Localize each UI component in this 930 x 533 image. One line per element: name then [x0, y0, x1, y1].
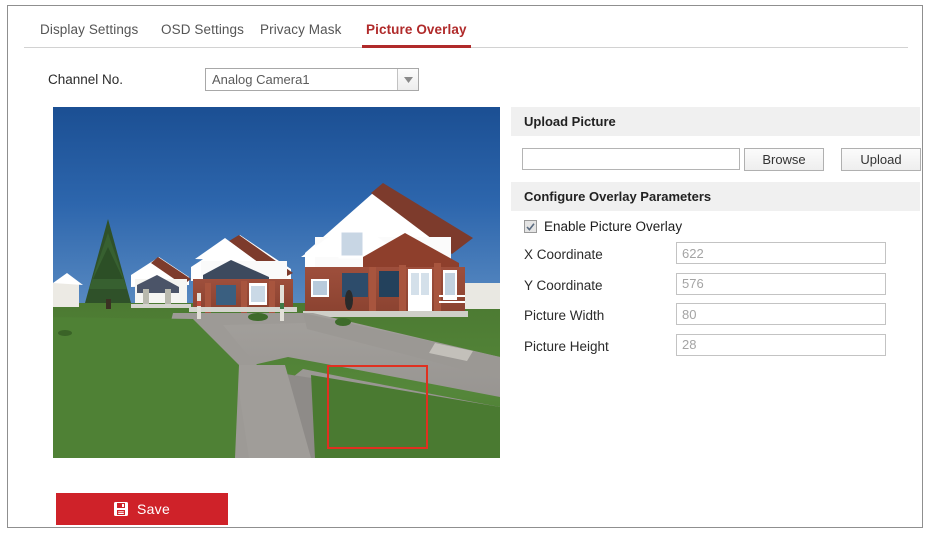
browse-button-label: Browse	[762, 152, 806, 167]
upload-button[interactable]: Upload	[841, 148, 921, 171]
picture-height-input[interactable]	[676, 333, 886, 356]
save-button[interactable]: Save	[56, 493, 228, 525]
upload-path-input[interactable]	[522, 148, 740, 170]
browse-button[interactable]: Browse	[744, 148, 824, 171]
tab-display-settings[interactable]: Display Settings	[40, 17, 138, 48]
tab-picture-overlay-label: Picture Overlay	[366, 22, 467, 37]
chevron-down-icon[interactable]	[397, 69, 418, 90]
overlay-parameters-section-header: Configure Overlay Parameters	[511, 182, 920, 211]
x-coordinate-input[interactable]	[676, 242, 886, 264]
param-row-picture-width: Picture Width	[511, 303, 920, 334]
channel-select-value: Analog Camera1	[212, 72, 310, 87]
save-button-label: Save	[136, 501, 171, 517]
picture-width-input[interactable]	[676, 303, 886, 325]
tab-picture-overlay[interactable]: Picture Overlay	[362, 17, 471, 48]
channel-label: Channel No.	[48, 72, 124, 87]
picture-width-label: Picture Width	[524, 308, 605, 323]
param-row-x-coordinate: X Coordinate	[511, 242, 920, 273]
param-row-y-coordinate: Y Coordinate	[511, 272, 920, 304]
application-window: Display Settings OSD Settings Privacy Ma…	[7, 5, 923, 528]
picture-overlay-region[interactable]	[327, 365, 428, 449]
overlay-settings-panel: Upload Picture Browse Upload Configure O…	[511, 107, 921, 364]
camera-preview[interactable]	[53, 107, 500, 458]
upload-picture-row: Browse Upload	[511, 136, 921, 182]
picture-height-label: Picture Height	[524, 338, 609, 354]
check-icon	[526, 222, 535, 231]
tab-privacy-mask-label: Privacy Mask	[260, 22, 342, 37]
upload-picture-section-header: Upload Picture	[511, 107, 920, 136]
tab-osd-settings[interactable]: OSD Settings	[161, 17, 244, 48]
tab-display-settings-label: Display Settings	[40, 22, 139, 37]
y-coordinate-label: Y Coordinate	[524, 277, 603, 293]
param-row-picture-height: Picture Height	[511, 333, 920, 365]
x-coordinate-label: X Coordinate	[524, 247, 603, 262]
y-coordinate-input[interactable]	[676, 272, 886, 295]
enable-picture-overlay-row[interactable]: Enable Picture Overlay	[511, 211, 920, 242]
overlay-parameters-section-title: Configure Overlay Parameters	[524, 189, 712, 204]
tab-privacy-mask[interactable]: Privacy Mask	[260, 17, 341, 48]
tab-bar: Display Settings OSD Settings Privacy Ma…	[24, 17, 908, 48]
floppy-disk-icon	[113, 502, 128, 516]
upload-picture-section-title: Upload Picture	[524, 114, 616, 129]
page-body: Display Settings OSD Settings Privacy Ma…	[8, 6, 922, 527]
channel-row: Channel No. Analog Camera1	[8, 68, 922, 96]
overlay-parameters-body: Enable Picture Overlay X Coordinate Y Co…	[511, 211, 920, 364]
upload-button-label: Upload	[860, 152, 902, 167]
tab-osd-settings-label: OSD Settings	[161, 22, 244, 37]
channel-select[interactable]: Analog Camera1	[205, 68, 419, 91]
enable-picture-overlay-label: Enable Picture Overlay	[544, 219, 683, 234]
enable-picture-overlay-checkbox[interactable]	[524, 220, 537, 233]
camera-preview-image	[53, 107, 500, 458]
